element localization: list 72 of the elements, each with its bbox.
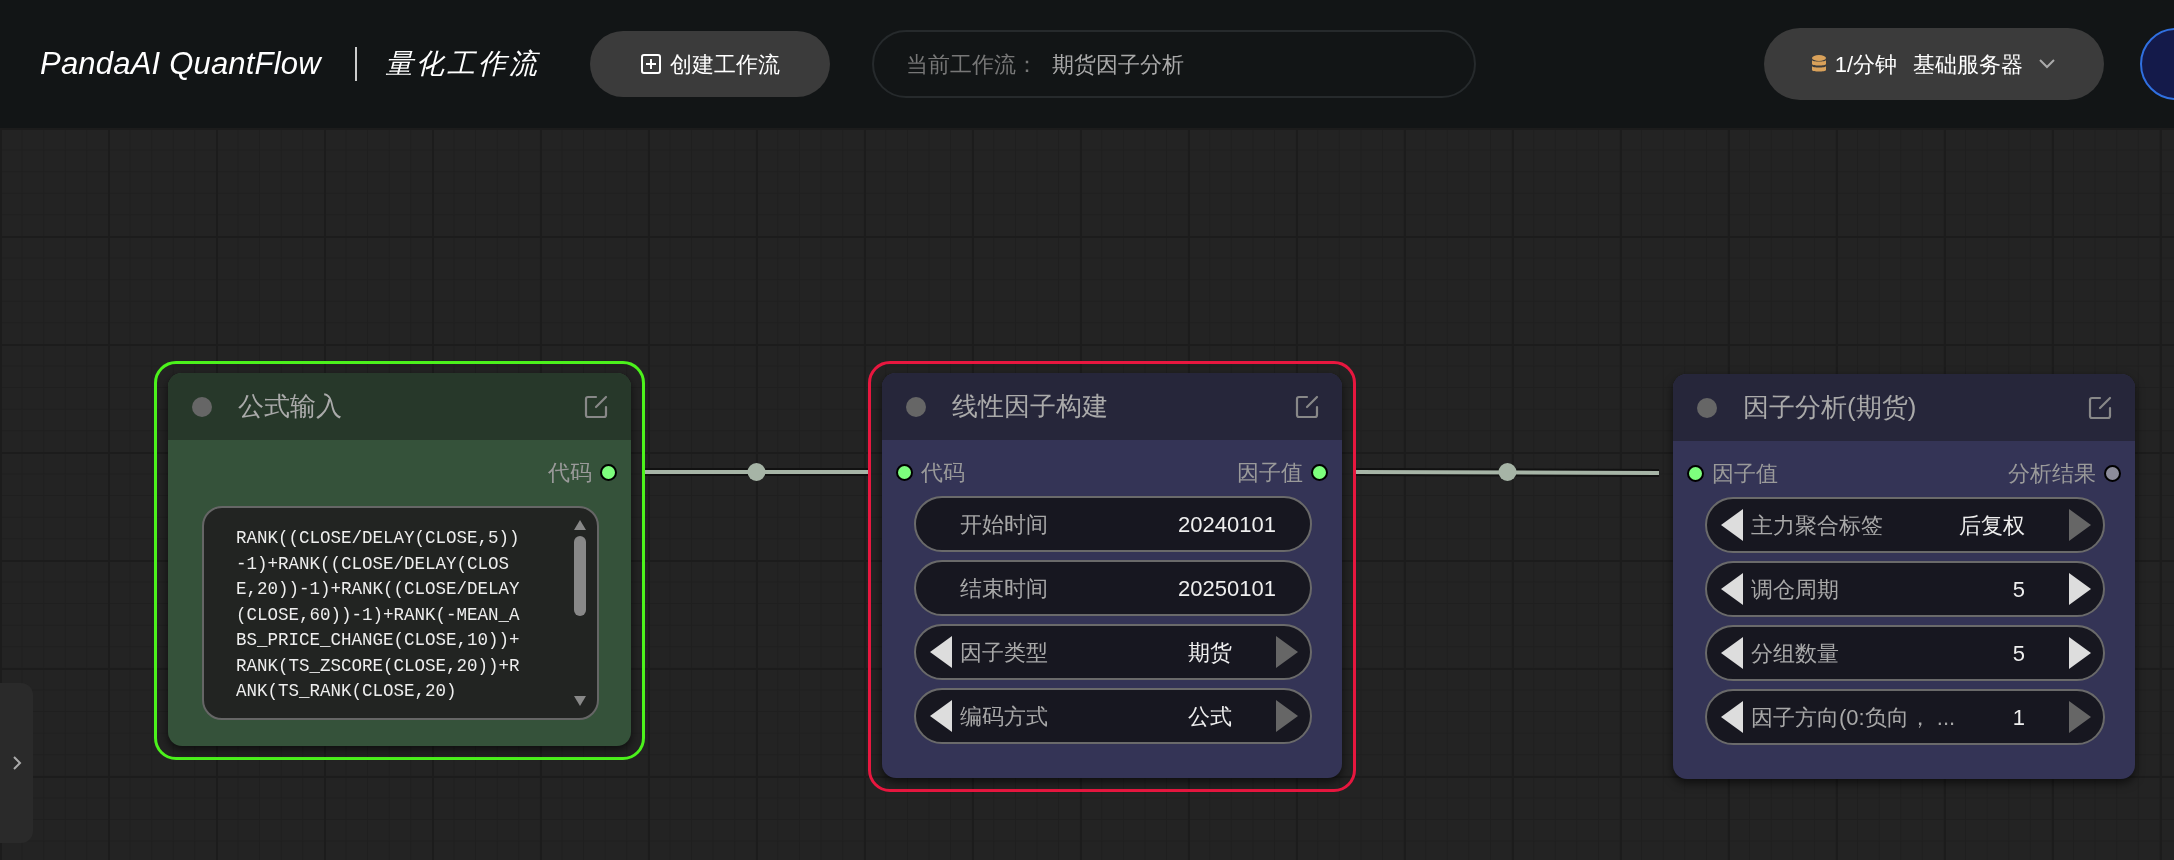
slot-dot[interactable] (2104, 464, 2121, 482)
server-name: 基础服务器 (1913, 50, 2024, 79)
input-slot-label: 代码 (921, 458, 965, 487)
decrement-arrow[interactable] (930, 700, 952, 732)
combo-widget[interactable]: 调仓周期 5 (1705, 561, 2105, 617)
sidebar-toggle[interactable] (0, 683, 33, 843)
widget-value: 5 (2012, 575, 2025, 604)
combo-widget[interactable]: 编码方式 公式 (914, 688, 1312, 744)
widget-label: 因子方向(0:负向， ... (1751, 703, 1956, 732)
status-dot (1697, 397, 1717, 418)
slot-dot[interactable] (1311, 463, 1328, 481)
widget-label: 开始时间 (960, 510, 1048, 539)
server-selector[interactable]: 1/分钟 基础服务器 (1764, 28, 2104, 100)
widget-label: 结束时间 (960, 574, 1048, 603)
scrollbar[interactable] (573, 518, 587, 708)
connection-edge[interactable] (1356, 463, 1659, 481)
node-card[interactable]: 公式输入 代码 RANK((CLOSE/DELAY(CLOSE,5))-1)+RANK((CLOSE/DELAY(CLOSE,20))-1)+RANK((CLOSE/DELAY(CLOSE,60))-1)+RANK(-MEAN_ABS_PRICE_CHANGE(CLOSE,10))+RANK(TS_ZSCORE(CLOSE,20))+RANK(TS_RANK(CLOSE,20) (154, 361, 645, 760)
node-title: 公式输入 (238, 390, 342, 423)
decrement-arrow[interactable] (930, 636, 952, 668)
widget-value: 期货 (1188, 638, 1232, 667)
output-slot-label: 因子值 (1237, 458, 1303, 487)
coins-icon (1810, 54, 1827, 74)
output-slot-label: 代码 (548, 458, 592, 487)
text-widget[interactable]: 开始时间 20240101 (914, 496, 1312, 552)
widget-value: 后复权 (1959, 511, 2025, 540)
chevron-down-icon (2037, 57, 2058, 71)
combo-widget[interactable]: 因子类型 期货 (914, 624, 1312, 680)
decrement-arrow[interactable] (1721, 573, 1743, 605)
create-workflow-button[interactable]: 创建工作流 (589, 31, 830, 97)
current-workflow-label: 当前工作流： (905, 50, 1038, 79)
widget-value: 公式 (1188, 702, 1232, 731)
increment-arrow[interactable] (2069, 573, 2091, 605)
decrement-arrow[interactable] (1721, 701, 1743, 733)
status-dot (906, 396, 926, 417)
widget-label: 因子类型 (960, 638, 1048, 667)
decrement-arrow[interactable] (1721, 637, 1743, 669)
increment-arrow[interactable] (2069, 637, 2091, 669)
widget-value: 20240101 (1178, 510, 1276, 539)
status-dot (192, 396, 212, 417)
node-title: 线性因子构建 (952, 390, 1108, 423)
app-logo: PandaAI QuantFlow (40, 44, 321, 83)
output-slot-label: 分析结果 (2008, 459, 2096, 488)
connection-edge[interactable] (645, 463, 868, 481)
combo-widget[interactable]: 分组数量 5 (1705, 625, 2105, 681)
text-widget[interactable]: 结束时间 20250101 (914, 560, 1312, 616)
widget-label: 编码方式 (960, 702, 1048, 731)
slot-dot[interactable] (1687, 464, 1704, 482)
code-editor[interactable]: RANK((CLOSE/DELAY(CLOSE,5))-1)+RANK((CLOSE/DELAY(CLOSE,20))-1)+RANK((CLOSE/DELAY(CLOSE,60))-1)+RANK(-MEAN_ABS_PRICE_CHANGE(CLOSE,10))+RANK(TS_ZSCORE(CLOSE,20))+RANK(TS_RANK(CLOSE,20) (202, 506, 599, 720)
widget-value: 5 (2012, 639, 2025, 668)
server-rate: 1/分钟 (1834, 50, 1898, 79)
combo-widget[interactable]: 因子方向(0:负向， ... 1 (1705, 689, 2105, 745)
add-square-icon (639, 53, 662, 75)
current-workflow-name: 期货因子分析 (1051, 50, 1184, 79)
widget-value: 1 (2012, 703, 2025, 732)
edit-icon[interactable] (583, 393, 609, 420)
combo-widget[interactable]: 主力聚合标签 后复权 (1705, 497, 2105, 553)
slot-dot[interactable] (600, 463, 617, 481)
edit-icon[interactable] (2087, 394, 2113, 421)
node-card[interactable]: 线性因子构建 代码 因子值 开始时间 20240101 结束时间 20250101 因子类型 期货 编码方式 公式 (868, 361, 1356, 792)
app-title: 量化工作流 (384, 47, 540, 81)
widget-value: 20250101 (1178, 574, 1276, 603)
current-workflow-field[interactable]: 当前工作流： 期货因子分析 (871, 30, 1476, 98)
input-slot-label: 因子值 (1712, 459, 1778, 488)
edit-icon[interactable] (1294, 393, 1320, 420)
formula-text: RANK((CLOSE/DELAY(CLOSE,5))-1)+RANK((CLOSE/DELAY(CLOSE,20))-1)+RANK((CLOSE/DELAY(CLOSE,60))-1)+RANK(-MEAN_ABS_PRICE_CHANGE(CLOSE,10))+RANK(TS_ZSCORE(CLOSE,20))+RANK(TS_RANK(CLOSE,20) (236, 527, 520, 703)
node-title: 因子分析(期货) (1743, 391, 1917, 424)
decrement-arrow[interactable] (1721, 509, 1743, 541)
widget-label: 分组数量 (1751, 639, 1839, 668)
widget-label: 主力聚合标签 (1751, 511, 1883, 540)
chevron-right-icon (11, 755, 22, 771)
widget-label: 调仓周期 (1751, 575, 1839, 604)
slot-dot[interactable] (896, 463, 913, 481)
